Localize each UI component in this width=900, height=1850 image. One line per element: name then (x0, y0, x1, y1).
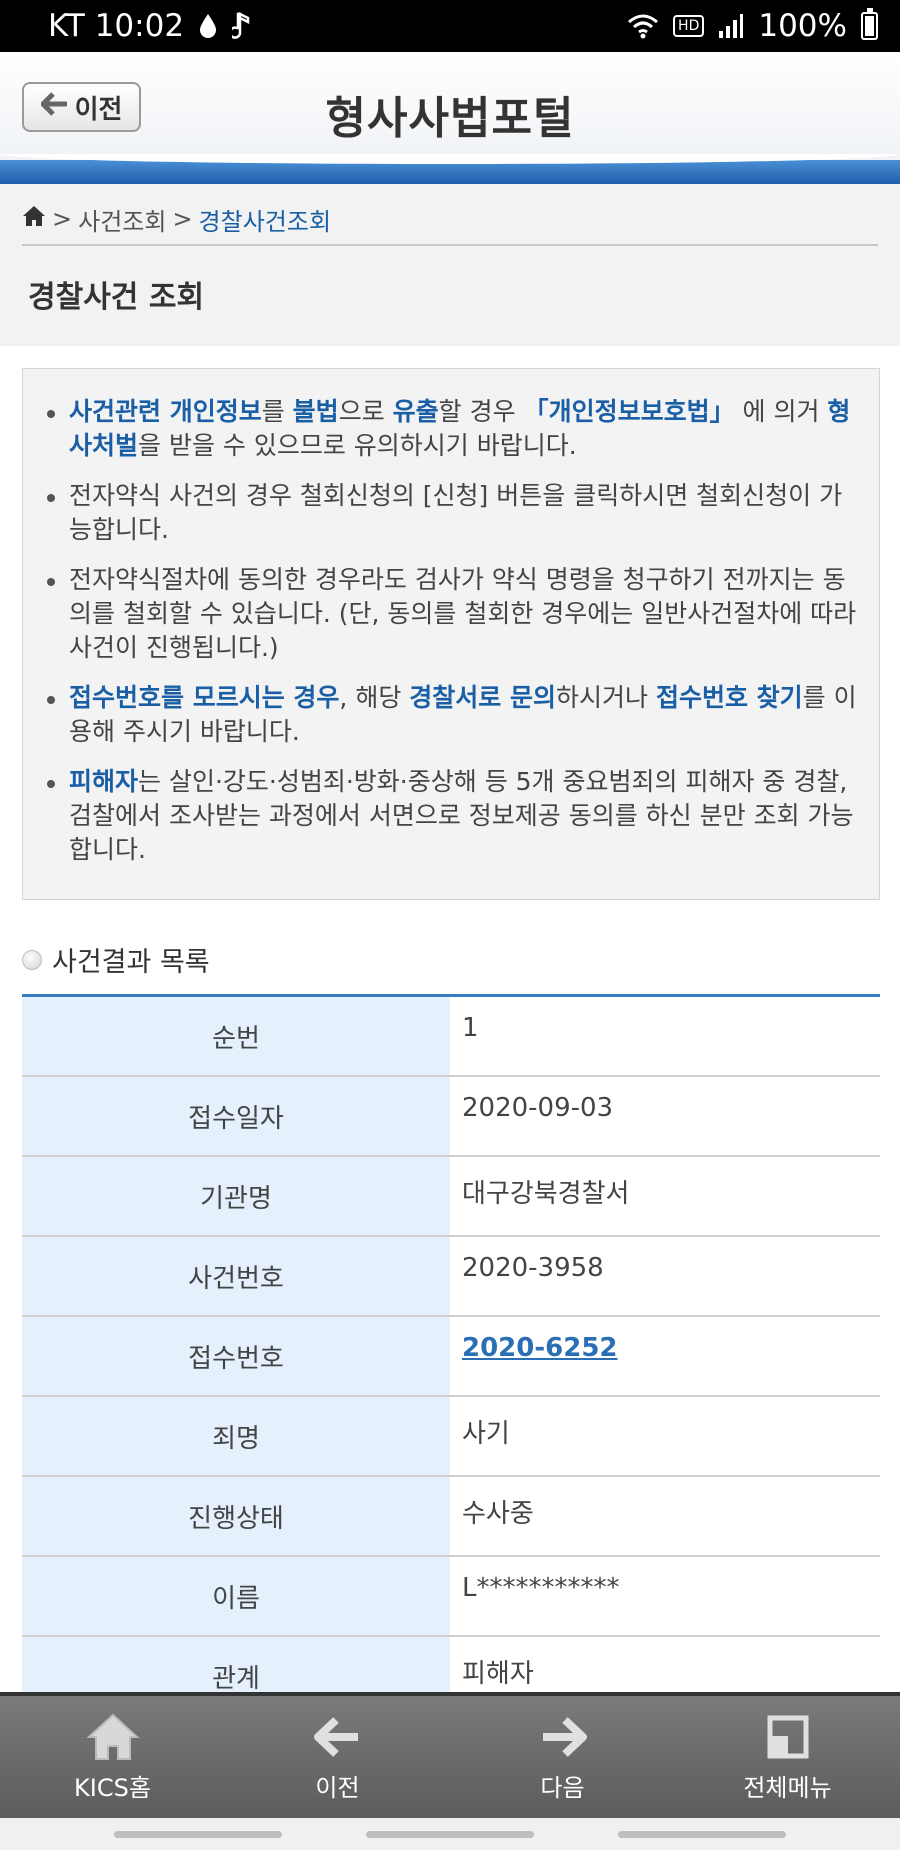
row-value: L*********** (462, 1573, 620, 1603)
row-label: 진행상태 (22, 1477, 450, 1555)
row-value: 2020-3958 (462, 1253, 604, 1283)
battery-icon (861, 8, 878, 40)
row-label: 사건번호 (22, 1237, 450, 1315)
notice-highlight: 접수번호를 모르시는 경우 (69, 683, 340, 712)
table-row: 사건번호 2020-3958 (22, 1237, 880, 1317)
table-row: 접수번호 2020-6252 (22, 1317, 880, 1397)
notice-highlight: 피해자 (69, 767, 139, 796)
notice-highlight: 사건관련 개인정보 (69, 397, 262, 426)
wifi-icon (627, 13, 659, 39)
row-label: 기관명 (22, 1157, 450, 1235)
breadcrumb-separator: > (52, 205, 73, 233)
signal-icon (718, 13, 744, 39)
nav-label: 다음 (540, 1773, 585, 1802)
section-title-text: 사건결과 목록 (52, 947, 210, 978)
status-bar: KT 10:02 HD 100% (0, 0, 900, 52)
row-label: 이름 (22, 1557, 450, 1635)
breadcrumb-item-case-inquiry[interactable]: 사건조회 (78, 202, 166, 237)
drop-icon (198, 13, 218, 39)
notice-highlight: 「개인정보보호법」 (523, 397, 735, 426)
notice-highlight: 유출 (392, 397, 439, 426)
header-divider (0, 154, 900, 184)
notice-highlight: 경찰서로 문의 (409, 683, 556, 712)
row-label: 접수번호 (22, 1317, 450, 1395)
bullet-circle-icon (22, 949, 42, 970)
row-label: 접수일자 (22, 1077, 450, 1155)
row-label: 순번 (22, 997, 450, 1075)
hd-voice-icon: HD (673, 15, 705, 37)
row-value: 1 (462, 1013, 479, 1043)
home-gesture-button[interactable] (366, 1831, 534, 1838)
table-row: 접수일자 2020-09-03 (22, 1077, 880, 1157)
nav-previous[interactable]: 이전 (225, 1696, 450, 1818)
notice-text: 으로 (338, 397, 393, 426)
clock: KT 10:02 (48, 8, 185, 44)
home-icon (85, 1713, 140, 1760)
notice-item: 전자약식절차에 동의한 경우라도 검사가 약식 명령을 청구하기 전까지는 동의… (45, 563, 859, 665)
system-nav-bar (0, 1818, 900, 1850)
case-result-table: 순번 1 접수일자 2020-09-03 기관명 대구강북경찰서 사건번호 20… (22, 994, 880, 1717)
nav-next[interactable]: 다음 (450, 1696, 675, 1818)
row-value: 대구강북경찰서 (462, 1179, 630, 1209)
receipt-number-link[interactable]: 2020-6252 (462, 1333, 618, 1363)
battery-percent: 100% (758, 8, 847, 44)
nav-label: KICS홈 (74, 1773, 151, 1802)
recent-apps-button[interactable] (114, 1831, 282, 1838)
page-header-area: > 사건조회 > 경찰사건조회 경찰사건 조회 (0, 184, 900, 346)
bottom-nav: KICS홈 이전 다음 전체메뉴 (0, 1692, 900, 1818)
notice-box: 사건관련 개인정보를 불법으로 유출할 경우 「개인정보보호법」 에 의거 형사… (22, 368, 880, 900)
table-row: 진행상태 수사중 (22, 1477, 880, 1557)
notice-text: 할 경우 (438, 397, 524, 426)
notice-text: 는 살인·강도·성범죄·방화·중상해 등 5개 중요범죄의 피해자 중 경찰, … (69, 767, 854, 864)
music-note-icon (232, 12, 252, 40)
table-row: 순번 1 (22, 997, 880, 1077)
notice-text: 을 받을 수 있으므로 유의하시기 바랍니다. (138, 431, 577, 460)
nav-label: 전체메뉴 (743, 1773, 832, 1802)
menu-icon (767, 1715, 808, 1758)
nav-full-menu[interactable]: 전체메뉴 (675, 1696, 900, 1818)
table-row: 이름 L*********** (22, 1557, 880, 1637)
notice-text: 하시거나 (555, 683, 656, 712)
row-value: 2020-09-03 (462, 1093, 614, 1123)
notice-text: , 해당 (339, 683, 410, 712)
system-back-button[interactable] (618, 1831, 786, 1838)
table-row: 기관명 대구강북경찰서 (22, 1157, 880, 1237)
arrow-left-icon (313, 1716, 358, 1757)
arrow-right-icon (542, 1716, 587, 1757)
find-receipt-number-link[interactable]: 접수번호 찾기 (656, 683, 803, 712)
notice-text: 에 의거 (734, 397, 828, 426)
notice-item: 피해자는 살인·강도·성범죄·방화·중상해 등 5개 중요범죄의 피해자 중 경… (45, 765, 859, 867)
notice-item: 접수번호를 모르시는 경우, 해당 경찰서로 문의하시거나 접수번호 찾기를 이… (45, 681, 859, 749)
row-value: 수사중 (462, 1499, 534, 1529)
nav-kics-home[interactable]: KICS홈 (0, 1696, 225, 1818)
site-title: 형사사법포털 (325, 93, 575, 144)
breadcrumb: > 사건조회 > 경찰사건조회 (22, 194, 878, 246)
page-title: 경찰사건 조회 (28, 280, 205, 315)
row-value: 2020-6252 (450, 1317, 880, 1395)
table-row: 죄명 사기 (22, 1397, 880, 1477)
nav-label: 이전 (315, 1773, 360, 1802)
section-title: 사건결과 목록 (22, 940, 210, 979)
notice-text: 를 (261, 397, 293, 426)
breadcrumb-current[interactable]: 경찰사건조회 (199, 202, 331, 237)
row-label: 죄명 (22, 1397, 450, 1475)
notice-highlight: 불법 (292, 397, 339, 426)
notice-item: 사건관련 개인정보를 불법으로 유출할 경우 「개인정보보호법」 에 의거 형사… (45, 395, 859, 463)
breadcrumb-separator: > (172, 205, 193, 233)
home-icon[interactable] (22, 205, 46, 233)
row-value: 사기 (462, 1419, 510, 1449)
notice-item: 전자약식 사건의 경우 철회신청의 [신청] 버튼을 클릭하시면 철회신청이 가… (45, 479, 859, 547)
